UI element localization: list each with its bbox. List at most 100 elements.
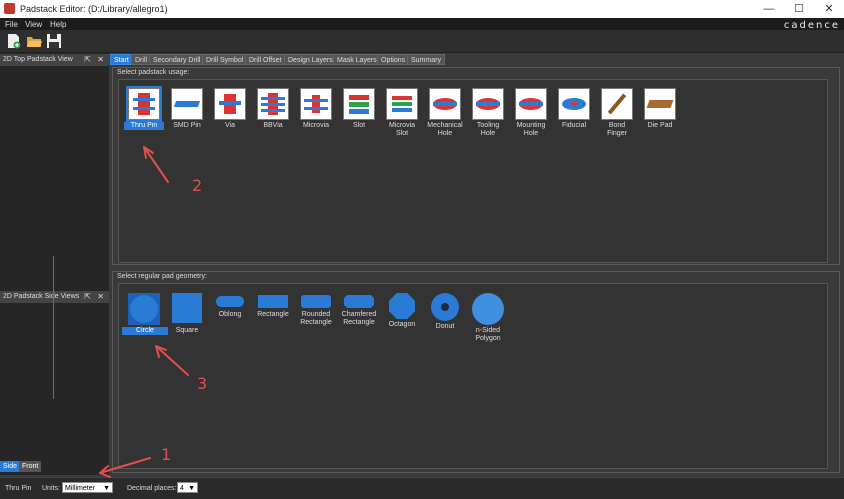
units-label: Units: — [42, 485, 60, 492]
tab-summary[interactable]: Summary — [407, 54, 445, 65]
tab-options[interactable]: Options — [377, 54, 410, 65]
usage-label-thru-pin: Thru Pin — [124, 122, 164, 130]
usage-label-via: Via — [225, 122, 235, 129]
usage-label: Select padstack usage: — [117, 69, 190, 76]
chevron-down-icon: ▼ — [188, 485, 195, 492]
annotation-3: 3 — [197, 374, 208, 393]
fiducial-icon — [558, 88, 590, 120]
tab-drill-offset[interactable]: Drill Offset — [245, 54, 286, 65]
close-icon[interactable]: ✕ — [97, 292, 104, 301]
units-value: Millimeter — [65, 485, 95, 492]
mechanical-hole-icon — [429, 88, 461, 120]
usage-mechanical-hole[interactable]: Mechanical Hole — [425, 88, 465, 138]
tooling-hole-icon — [472, 88, 504, 120]
status-usage: Thru Pin — [5, 485, 32, 492]
usage-label-mechanical-hole: Mechanical Hole — [427, 122, 463, 137]
usage-fiducial[interactable]: Fiducial — [554, 88, 594, 130]
geometry-chamfered-rectangle[interactable]: Chamfered Rectangle — [336, 293, 382, 327]
app-icon — [4, 3, 15, 14]
usage-thru-pin[interactable]: Thru Pin — [124, 86, 164, 130]
tab-start[interactable]: Start — [110, 54, 133, 65]
window-title: Padstack Editor: (D:/Library/allegro1) — [20, 4, 168, 14]
usage-label-tooling-hole: Tooling Hole — [476, 122, 500, 137]
pin-icon[interactable]: ⇱ — [84, 292, 91, 301]
usage-bond-finger[interactable]: Bond Finger — [597, 88, 637, 138]
geometry-label-n-sided-polygon: n-Sided Polygon — [475, 327, 501, 342]
minimize-button[interactable]: — — [754, 0, 784, 18]
microvia-icon — [300, 88, 332, 120]
geometry-circle[interactable]: Circle — [122, 293, 168, 335]
polygon-shape-icon — [465, 293, 511, 325]
save-icon[interactable] — [46, 33, 62, 49]
die-pad-icon — [644, 88, 676, 120]
usage-label-bond-finger: Bond Finger — [607, 122, 627, 137]
geometry-label: Select regular pad geometry: — [117, 273, 207, 280]
thru-pin-icon — [126, 86, 162, 122]
geometry-square[interactable]: Square — [164, 293, 210, 335]
geometry-oblong[interactable]: Oblong — [207, 293, 253, 319]
pin-icon[interactable]: ⇱ — [84, 55, 91, 64]
geometry-octagon[interactable]: Octagon — [379, 293, 425, 329]
status-bar: Thru Pin Units: Millimeter ▼ Decimal pla… — [0, 477, 844, 499]
menu-help[interactable]: Help — [50, 20, 66, 29]
tab-secondary-drill[interactable]: Secondary Drill — [149, 54, 205, 65]
maximize-button[interactable]: ☐ — [784, 0, 814, 18]
smd-pin-icon — [171, 88, 203, 120]
usage-slot[interactable]: Slot — [339, 88, 379, 130]
side-view-line — [53, 256, 54, 399]
side-view-header: 2D Padstack Side Views ⇱ ✕ — [0, 291, 109, 303]
close-button[interactable]: ✕ — [814, 0, 844, 18]
usage-die-pad[interactable]: Die Pad — [640, 88, 680, 130]
mounting-hole-icon — [515, 88, 547, 120]
tab-side[interactable]: Side — [0, 461, 21, 472]
usage-tooling-hole[interactable]: Tooling Hole — [468, 88, 508, 138]
menu-file[interactable]: File — [5, 20, 18, 29]
annotation-2: 2 — [192, 176, 203, 195]
top-view-header: 2D Top Padstack View ⇱ ✕ — [0, 54, 109, 66]
new-file-icon[interactable] — [6, 33, 22, 49]
microvia-slot-icon — [386, 88, 418, 120]
main-area: Start Drill Secondary Drill Drill Symbol… — [110, 53, 842, 475]
chevron-down-icon: ▼ — [103, 485, 110, 492]
geometry-label-circle: Circle — [122, 327, 168, 335]
tab-mask-layers[interactable]: Mask Layers — [333, 54, 381, 65]
usage-mounting-hole[interactable]: Mounting Hole — [511, 88, 551, 138]
circle-shape-icon — [122, 293, 168, 325]
usage-label-fiducial: Fiducial — [561, 122, 587, 129]
menu-view[interactable]: View — [25, 20, 42, 29]
usage-microvia[interactable]: Microvia — [296, 88, 336, 130]
geometry-n-sided-polygon[interactable]: n-Sided Polygon — [465, 293, 511, 343]
chamfered-rectangle-shape-icon — [336, 293, 382, 325]
tab-front[interactable]: Front — [19, 461, 42, 472]
decimal-places-value: 4 — [180, 485, 184, 492]
annotation-1: 1 — [161, 445, 172, 464]
left-panel: 2D Top Padstack View ⇱ ✕ 2D Padstack Sid… — [0, 53, 109, 475]
tab-drill-symbol[interactable]: Drill Symbol — [202, 54, 248, 65]
usage-label-microvia: Microvia — [302, 122, 330, 129]
usage-microvia-slot[interactable]: Microvia Slot — [382, 88, 422, 138]
usage-label-bbvia: BBVia — [263, 122, 283, 129]
side-view-title: 2D Padstack Side Views — [3, 293, 80, 300]
usage-bbvia[interactable]: BBVia — [253, 88, 293, 130]
oblong-shape-icon — [207, 293, 253, 325]
tab-design-layers[interactable]: Design Layers — [284, 54, 337, 65]
geometry-rounded-rectangle[interactable]: Rounded Rectangle — [293, 293, 339, 327]
usage-smd-pin[interactable]: SMD Pin — [167, 88, 207, 130]
bbvia-icon — [257, 88, 289, 120]
open-folder-icon[interactable] — [26, 33, 42, 49]
geometry-label-square: Square — [175, 327, 199, 334]
usage-via[interactable]: Via — [210, 88, 250, 130]
title-bar: Padstack Editor: (D:/Library/allegro1) —… — [0, 0, 844, 18]
toolbar — [0, 30, 844, 53]
octagon-shape-icon — [379, 293, 425, 325]
usage-label-mounting-hole: Mounting Hole — [516, 122, 546, 137]
geometry-rectangle[interactable]: Rectangle — [250, 293, 296, 319]
geometry-donut[interactable]: Donut — [422, 293, 468, 331]
via-icon — [214, 88, 246, 120]
close-icon[interactable]: ✕ — [97, 55, 104, 64]
donut-shape-icon — [422, 293, 468, 325]
usage-label-smd-pin: SMD Pin — [173, 122, 201, 129]
decimal-places-select[interactable]: 4 ▼ — [177, 482, 198, 493]
units-select[interactable]: Millimeter ▼ — [62, 482, 113, 493]
bond-finger-icon — [601, 88, 633, 120]
